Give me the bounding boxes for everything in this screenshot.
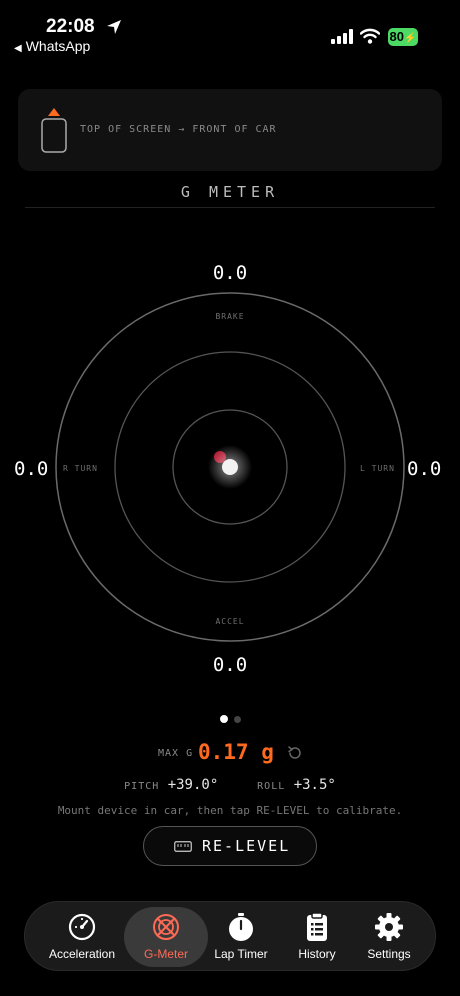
g-meter-icon: [153, 914, 179, 940]
location-arrow-icon: [107, 20, 121, 34]
relevel-button[interactable]: RE-LEVEL: [143, 826, 317, 866]
max-g-label: MAX G: [158, 748, 194, 759]
tab-acceleration-label: Acceleration: [48, 947, 116, 961]
gauge-right-value: 0.0: [407, 458, 442, 480]
tab-history[interactable]: History: [284, 902, 350, 972]
gauge-left-value: 0.0: [14, 458, 49, 480]
gear-icon: [375, 913, 403, 941]
title-divider: [25, 207, 435, 208]
orientation-card: TOP OF SCREEN → FRONT OF CAR: [18, 89, 442, 171]
stopwatch-icon: [229, 913, 253, 941]
reset-max-icon[interactable]: [287, 745, 303, 761]
label-l-turn: L TURN: [360, 464, 395, 473]
back-to-app-link[interactable]: ◀ WhatsApp: [14, 38, 90, 54]
max-g-value: 0.17 g: [198, 740, 274, 764]
label-brake: BRAKE: [215, 312, 245, 321]
gauge-top-value: 0.0: [212, 262, 248, 284]
tab-g-meter-label: G-Meter: [143, 947, 188, 961]
tab-settings[interactable]: Settings: [357, 902, 421, 972]
tab-lap-timer-label: Lap Timer: [214, 947, 268, 961]
level-icon: [174, 841, 192, 852]
speedometer-icon: [68, 913, 96, 941]
page-title: G METER: [180, 183, 280, 201]
pitch-label: PITCH: [124, 781, 160, 792]
roll-label: ROLL: [257, 781, 286, 792]
orientation-hint: TOP OF SCREEN → FRONT OF CAR: [80, 124, 277, 135]
relevel-label: RE-LEVEL: [202, 837, 291, 855]
page-dot-2[interactable]: [233, 716, 241, 723]
page-dot-1[interactable]: [219, 715, 228, 723]
back-triangle-icon: ◀: [14, 43, 22, 54]
battery-level: 80: [389, 29, 404, 44]
roll-value: +3.5°: [293, 777, 336, 793]
cellular-signal-icon: [331, 29, 353, 44]
tab-bar: Acceleration G-Meter Lap Timer History S…: [24, 901, 436, 971]
clipboard-list-icon: [307, 912, 327, 941]
pitch-value: +39.0°: [167, 777, 219, 793]
tab-acceleration[interactable]: Acceleration: [37, 902, 127, 972]
tab-history-label: History: [298, 947, 336, 961]
calibration-hint: Mount device in car, then tap RE-LEVEL t…: [57, 804, 403, 817]
page-indicator[interactable]: [0, 710, 460, 728]
status-time: 22:08: [46, 16, 95, 37]
g-meter-gauge: [55, 292, 405, 642]
pitch-roll-row: PITCH +39.0° ROLL +3.5°: [0, 777, 460, 793]
back-app-label: WhatsApp: [25, 38, 91, 54]
gauge-bottom-value: 0.0: [212, 654, 248, 676]
phone-orientation-icon: [41, 108, 67, 153]
current-g-dot: [222, 459, 238, 475]
battery-charging-icon: 80⚡: [388, 28, 418, 46]
label-r-turn: R TURN: [63, 464, 98, 473]
tab-lap-timer[interactable]: Lap Timer: [205, 902, 277, 972]
wifi-icon: [360, 28, 380, 44]
label-accel: ACCEL: [215, 617, 245, 626]
tab-g-meter[interactable]: G-Meter: [124, 902, 208, 972]
tab-settings-label: Settings: [367, 947, 411, 961]
